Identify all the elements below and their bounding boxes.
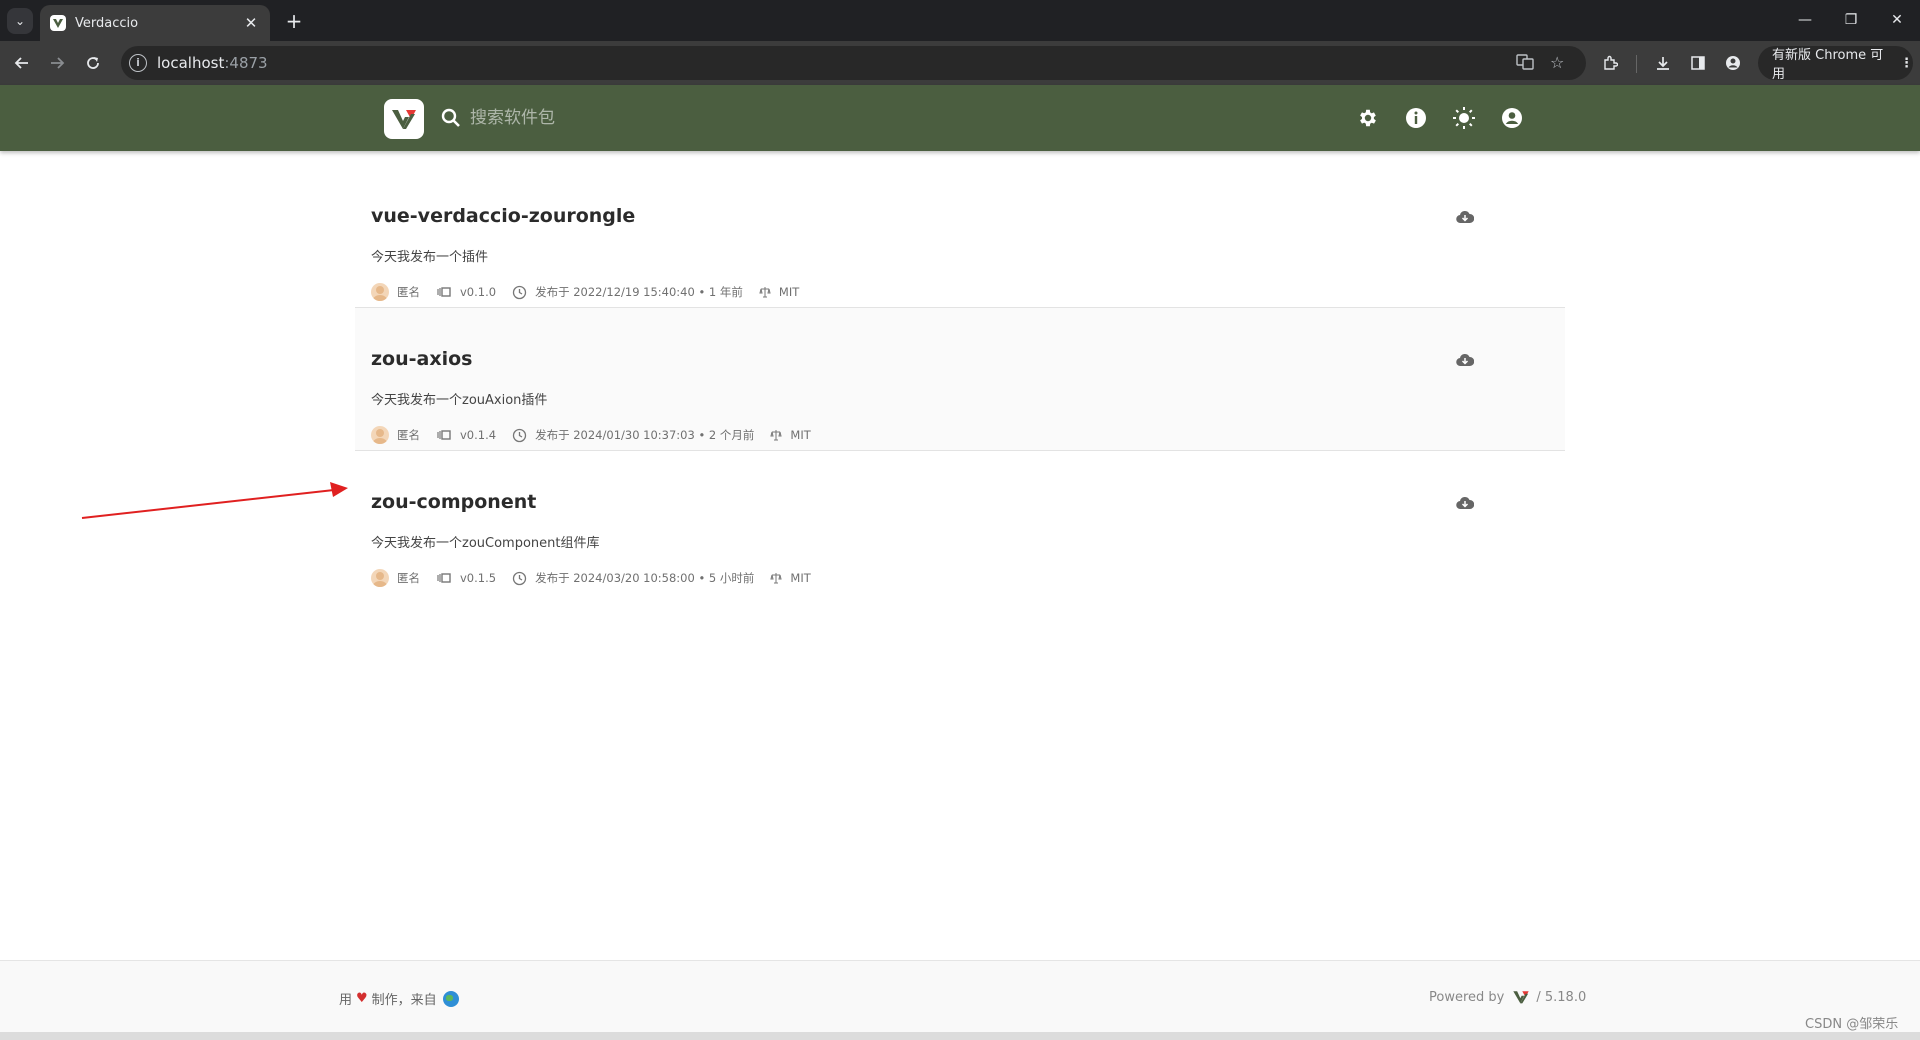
publish-time: 发布于 2024/03/20 10:58:00 • 5 小时前	[535, 571, 755, 585]
new-tab-button[interactable]: +	[281, 8, 307, 34]
license-scale-icon	[770, 430, 783, 441]
more-menu-icon[interactable]: ⋮	[1900, 56, 1913, 71]
back-button[interactable]	[9, 50, 35, 76]
toolbar-divider	[1636, 55, 1637, 73]
package-meta: 匿名 v0.1.0 发布于 2022/12/19 15:40:40 • 1 年前…	[371, 281, 799, 303]
package-search-input[interactable]	[470, 101, 1030, 135]
author-name[interactable]: 匿名	[397, 427, 420, 443]
package-license: MIT	[778, 285, 800, 299]
close-window-button[interactable]: ✕	[1874, 0, 1920, 40]
verdaccio-favicon-icon	[50, 15, 66, 31]
package-item[interactable]: vue-verdaccio-zourongle 今天我发布一个插件 匿名 v0.…	[355, 165, 1565, 308]
browser-toolbar: i localhost:4873 ☆ 有新版 Chrome 可用 ⋮	[0, 41, 1920, 85]
verdaccio-logo[interactable]	[384, 99, 424, 139]
chrome-update-button[interactable]: 有新版 Chrome 可用 ⋮	[1758, 46, 1913, 82]
package-version: v0.1.4	[460, 428, 497, 442]
tab-title: Verdaccio	[75, 15, 139, 31]
footer-made-with: 用 ♥ 制作，来自	[339, 989, 459, 1008]
download-cloud-icon[interactable]	[1456, 209, 1475, 228]
address-bar[interactable]: i localhost:4873 ☆	[121, 46, 1586, 80]
side-panel-icon[interactable]	[1685, 50, 1711, 76]
package-item[interactable]: zou-component 今天我发布一个zouComponent组件库 匿名 …	[355, 451, 1565, 594]
package-description: 今天我发布一个插件	[371, 250, 489, 265]
author-avatar	[371, 283, 389, 301]
page-footer: 用 ♥ 制作，来自 Powered by / 5.18.0	[0, 960, 1920, 1032]
csdn-watermark: CSDN @邹荣乐	[1805, 1017, 1899, 1032]
download-cloud-icon[interactable]	[1456, 352, 1475, 371]
download-cloud-icon[interactable]	[1456, 495, 1475, 514]
package-license: MIT	[790, 428, 811, 442]
version-icon	[437, 573, 451, 583]
tab-close-icon[interactable]: ✕	[242, 14, 260, 32]
package-license: MIT	[790, 571, 811, 585]
theme-sun-icon[interactable]	[1452, 106, 1476, 130]
translate-icon[interactable]	[1516, 53, 1534, 75]
clock-icon	[512, 571, 527, 585]
extensions-icon[interactable]	[1597, 50, 1623, 76]
author-avatar	[371, 426, 389, 444]
globe-icon[interactable]	[442, 990, 459, 1007]
bookmark-star-icon[interactable]: ☆	[1550, 53, 1564, 72]
package-description: 今天我发布一个zouComponent组件库	[371, 536, 600, 551]
browser-tab[interactable]: Verdaccio ✕	[40, 5, 270, 41]
package-name-link[interactable]: zou-axios	[371, 348, 472, 370]
info-icon[interactable]	[1404, 106, 1428, 130]
settings-gear-icon[interactable]	[1356, 106, 1380, 130]
download-icon[interactable]	[1650, 50, 1676, 76]
clock-icon	[512, 285, 527, 299]
publish-time: 发布于 2024/01/30 10:37:03 • 2 个月前	[535, 428, 755, 442]
app-header	[0, 85, 1920, 151]
site-info-icon[interactable]: i	[129, 54, 147, 72]
package-name-link[interactable]: zou-component	[371, 491, 536, 513]
browser-tab-strip: ⌄ Verdaccio ✕ + — ❐ ✕	[0, 0, 1920, 41]
version-icon	[437, 430, 451, 440]
profile-icon[interactable]	[1720, 50, 1746, 76]
package-meta: 匿名 v0.1.4 发布于 2024/01/30 10:37:03 • 2 个月…	[371, 424, 811, 446]
url-text[interactable]: localhost:4873	[157, 54, 268, 72]
package-version: v0.1.0	[460, 285, 497, 299]
minimize-button[interactable]: —	[1782, 0, 1828, 40]
search-icon	[440, 107, 462, 133]
package-name-link[interactable]: vue-verdaccio-zourongle	[371, 205, 635, 227]
version-icon	[437, 287, 451, 297]
account-icon[interactable]	[1500, 106, 1524, 130]
author-name[interactable]: 匿名	[397, 284, 420, 300]
reload-button[interactable]	[80, 50, 106, 76]
author-name[interactable]: 匿名	[397, 570, 420, 586]
license-scale-icon	[759, 287, 771, 298]
taskbar-strip	[0, 1032, 1920, 1040]
package-meta: 匿名 v0.1.5 发布于 2024/03/20 10:58:00 • 5 小时…	[371, 567, 811, 589]
forward-button[interactable]	[44, 50, 70, 76]
license-scale-icon	[770, 573, 783, 584]
tab-search-button[interactable]: ⌄	[7, 8, 33, 34]
verdaccio-logo-small[interactable]	[1512, 989, 1530, 1005]
heart-icon: ♥	[356, 991, 368, 1006]
package-description: 今天我发布一个zouAxion插件	[371, 393, 548, 408]
publish-time: 发布于 2022/12/19 15:40:40 • 1 年前	[535, 285, 743, 299]
author-avatar	[371, 569, 389, 587]
clock-icon	[512, 428, 527, 442]
package-version: v0.1.5	[460, 571, 497, 585]
restore-button[interactable]: ❐	[1828, 0, 1874, 40]
footer-powered-by: Powered by / 5.18.0	[1429, 989, 1587, 1005]
package-item[interactable]: zou-axios 今天我发布一个zouAxion插件 匿名 v0.1.4 发布…	[355, 308, 1565, 451]
